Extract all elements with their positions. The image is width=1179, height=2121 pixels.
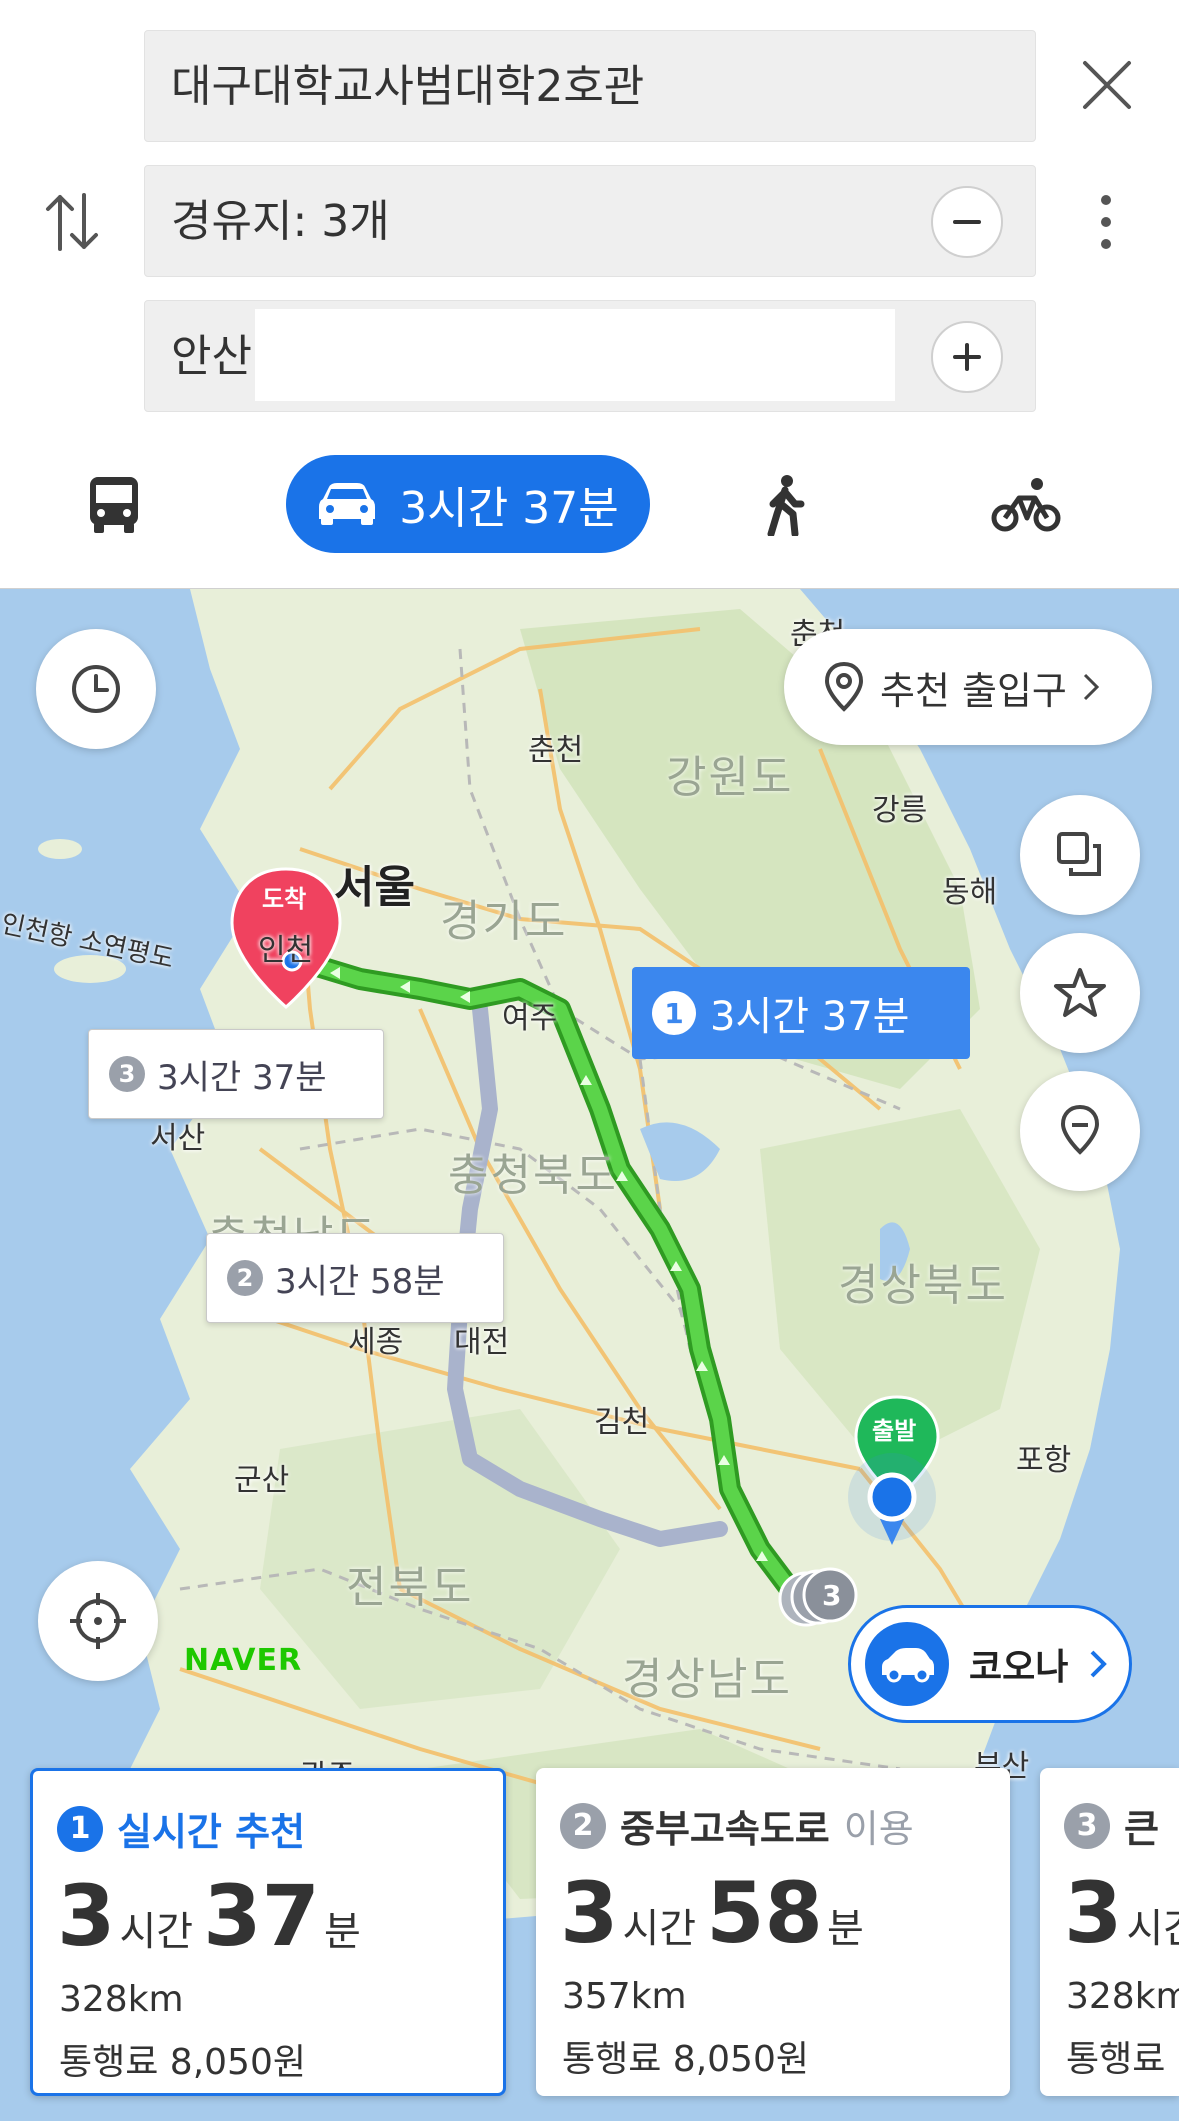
place-label: 동해: [942, 875, 998, 910]
plus-icon: [953, 343, 981, 371]
route-duration: 3 시간 58 분: [560, 1864, 864, 1962]
route-number-badge: 1: [57, 1805, 103, 1852]
route-number-badge: 3: [1064, 1802, 1110, 1849]
place-label: 포항: [1016, 1443, 1072, 1478]
route-1-time: 3시간 37분: [710, 994, 910, 1040]
chevron-right-icon: [1083, 673, 1100, 701]
transport-mode-tabs: 3시간 37분: [0, 455, 1179, 555]
origin-field[interactable]: 안산: [144, 300, 1036, 412]
car-icon: [319, 483, 376, 525]
place-label: 여주: [502, 1001, 558, 1036]
walk-mode-icon[interactable]: [750, 455, 820, 555]
route-title: 중부고속도로: [620, 1807, 830, 1851]
current-location-button[interactable]: [38, 1561, 158, 1681]
car-mode-tab[interactable]: 3시간 37분: [286, 455, 650, 553]
region-label: 강원도: [666, 752, 794, 803]
route-distance: 357km: [562, 1976, 687, 2017]
origin-text: 안산: [171, 331, 252, 382]
map-pin-icon: [1060, 1104, 1100, 1155]
vehicle-select-chip[interactable]: 코오나: [848, 1605, 1132, 1723]
destination-field[interactable]: 대구대학교사범대학2호관: [144, 30, 1036, 142]
route-toll: 통행료 8,050원: [1066, 2039, 1179, 2080]
route-title: 실시간 추천: [117, 1810, 306, 1854]
clock-icon: [72, 665, 120, 713]
star-icon: [1054, 968, 1106, 1017]
route-card-1[interactable]: 1 실시간 추천 3 시간 37 분 328km 통행료 8,050원: [30, 1768, 506, 2096]
place-label-seoul: 서울: [334, 862, 415, 913]
destination-text: 대구대학교사범대학2호관: [171, 61, 645, 112]
route-3-bubble[interactable]: 3 3시간 37분: [88, 1029, 384, 1119]
route-3-time: 3시간 37분: [157, 1057, 327, 1098]
place-label: 인천: [258, 933, 314, 968]
place-label: 김천: [594, 1405, 650, 1440]
region-label: 경상남도: [622, 1654, 792, 1705]
vehicle-name: 코오나: [969, 1647, 1069, 1688]
region-label: 경상북도: [838, 1260, 1008, 1311]
close-icon[interactable]: [1074, 52, 1140, 118]
route-1-bubble[interactable]: 1 3시간 37분: [632, 967, 970, 1059]
route-1-number: 1: [652, 991, 696, 1035]
waypoints-text: 경유지: 3개: [171, 196, 390, 247]
place-marker-button[interactable]: [1020, 1071, 1140, 1191]
region-label: 경기도: [440, 896, 568, 947]
naver-logo: NAVER: [184, 1643, 303, 1678]
route-2-time: 3시간 58분: [275, 1261, 445, 1302]
layers-button[interactable]: [1020, 795, 1140, 915]
waypoints-field[interactable]: 경유지: 3개: [144, 165, 1036, 277]
minus-icon: [953, 220, 981, 224]
car-travel-time: 3시간 37분: [399, 483, 619, 534]
route-card-2[interactable]: 2 중부고속도로 이용 3 시간 58 분 357km 통행료 8,050원: [536, 1768, 1010, 2096]
route-2-bubble[interactable]: 2 3시간 58분: [206, 1233, 504, 1323]
arrival-label: 도착: [262, 885, 307, 913]
bicycle-mode-icon[interactable]: [986, 455, 1066, 555]
departure-time-button[interactable]: [36, 629, 156, 749]
route-search-panel: 대구대학교사범대학2호관 경유지: 3개 안산 3시간 37분: [0, 0, 1179, 588]
route-card-3[interactable]: 3 큰 3시간37분 328km 통행료 8,050원: [1040, 1768, 1179, 2096]
route-distance: 328km: [59, 1979, 184, 2020]
crosshair-icon: [70, 1593, 126, 1649]
route-number-badge: 2: [560, 1802, 606, 1849]
route-duration: 3시간37분: [1064, 1864, 1179, 1962]
route-3-number: 3: [109, 1056, 145, 1092]
remove-waypoint-button[interactable]: [931, 186, 1003, 258]
route-title: 큰: [1124, 1807, 1159, 1851]
route-2-number: 2: [227, 1260, 263, 1296]
place-label: 서산: [150, 1121, 206, 1156]
car-icon: [865, 1622, 949, 1706]
place-label: 대전: [454, 1325, 510, 1360]
recommend-entrance-label: 추천 출입구: [880, 668, 1067, 713]
place-label: 춘천: [528, 733, 584, 768]
region-label: 충청북도: [448, 1150, 618, 1201]
place-label: 군산: [234, 1463, 290, 1498]
favorite-button[interactable]: [1020, 933, 1140, 1053]
route-duration: 3시간37분: [57, 1867, 361, 1965]
place-label: 세종: [348, 1325, 404, 1360]
recommend-entrance-chip[interactable]: 추천 출입구: [784, 629, 1152, 745]
origin-input-overlay: [255, 309, 895, 401]
route-toll: 통행료 8,050원: [562, 2039, 809, 2080]
region-label: 전북도: [346, 1562, 474, 1613]
more-options-icon[interactable]: [1090, 190, 1122, 254]
bus-mode-icon[interactable]: [78, 455, 150, 555]
location-pin-icon: [824, 661, 864, 712]
route-subtitle: 이용: [843, 1807, 914, 1851]
start-label: 출발: [872, 1417, 917, 1445]
swap-icon[interactable]: [38, 186, 106, 258]
waypoint-cluster-count[interactable]: 3: [822, 1579, 841, 1612]
chevron-right-icon: [1090, 1650, 1108, 1678]
add-waypoint-button[interactable]: [931, 321, 1003, 393]
place-label: 강릉: [872, 793, 928, 828]
route-toll: 통행료 8,050원: [59, 2042, 306, 2083]
route-distance: 328km: [1066, 1976, 1179, 2017]
layers-icon: [1057, 832, 1101, 876]
